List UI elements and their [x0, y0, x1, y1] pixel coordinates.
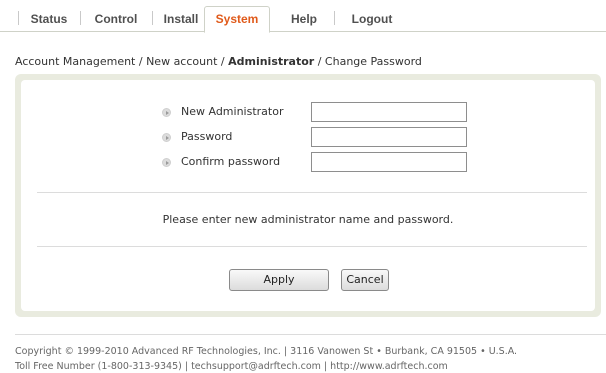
- breadcrumb-change-password[interactable]: Change Password: [325, 55, 422, 68]
- confirm-password-label: Confirm password: [181, 155, 281, 168]
- new-administrator-label: New Administrator: [181, 105, 284, 118]
- cancel-button[interactable]: Cancel: [341, 269, 389, 291]
- footer-contact: Toll Free Number (1-800-313-9345) | tech…: [15, 361, 448, 372]
- footer-divider: [15, 334, 606, 335]
- tab-system[interactable]: System: [204, 6, 270, 33]
- bullet-arrow-icon: [162, 158, 171, 167]
- top-nav: Status Control Install System Help Logou…: [0, 0, 606, 33]
- nav-divider: [80, 11, 81, 25]
- breadcrumb-administrator: Administrator: [228, 55, 315, 68]
- password-label: Password: [181, 130, 233, 143]
- nav-divider: [152, 11, 153, 25]
- breadcrumb-separator: /: [217, 55, 229, 68]
- form-panel: New Administrator Password Confirm passw…: [15, 74, 601, 317]
- breadcrumb-new-account[interactable]: New account: [146, 55, 217, 68]
- breadcrumb-separator: /: [135, 55, 147, 68]
- apply-button[interactable]: Apply: [229, 269, 329, 291]
- breadcrumb-account-management[interactable]: Account Management: [15, 55, 135, 68]
- new-administrator-input[interactable]: [311, 102, 467, 122]
- nav-divider: [18, 11, 19, 25]
- breadcrumb-separator: /: [314, 55, 325, 68]
- bullet-arrow-icon: [162, 108, 171, 117]
- confirm-password-input[interactable]: [311, 152, 467, 172]
- divider: [37, 192, 587, 193]
- tab-control[interactable]: Control: [84, 8, 148, 30]
- form-panel-inner: New Administrator Password Confirm passw…: [21, 80, 595, 311]
- divider: [37, 246, 587, 247]
- nav-divider: [334, 11, 335, 25]
- form-row-password: Password: [21, 127, 595, 147]
- bullet-arrow-icon: [162, 133, 171, 142]
- password-input[interactable]: [311, 127, 467, 147]
- breadcrumb: Account Management / New account / Admin…: [15, 55, 422, 68]
- tab-install[interactable]: Install: [156, 8, 206, 30]
- footer-copyright: Copyright © 1999-2010 Advanced RF Techno…: [15, 346, 518, 357]
- tab-help[interactable]: Help: [278, 8, 330, 30]
- tab-status[interactable]: Status: [22, 8, 76, 30]
- instruction-message: Please enter new administrator name and …: [162, 213, 454, 226]
- form-row-new-administrator: New Administrator: [21, 102, 595, 122]
- form-row-confirm-password: Confirm password: [21, 152, 595, 172]
- tab-logout[interactable]: Logout: [340, 8, 404, 30]
